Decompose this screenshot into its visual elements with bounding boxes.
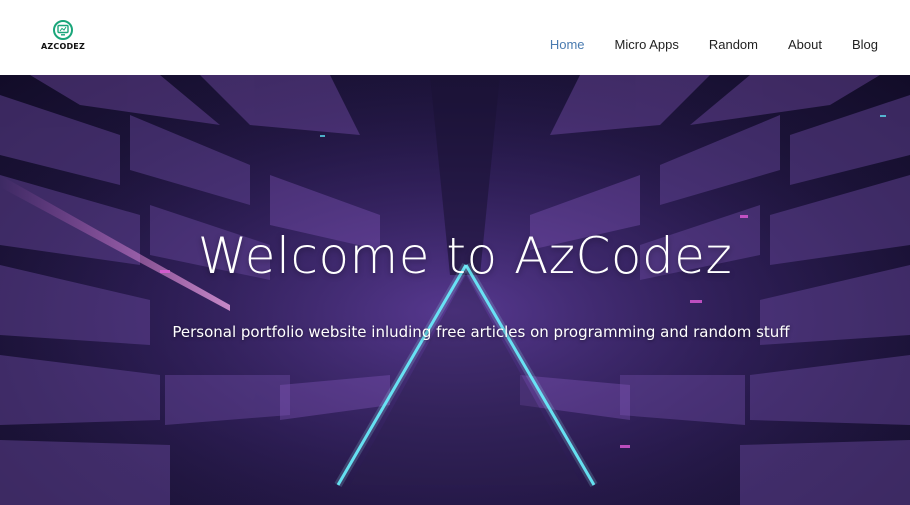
nav-item-micro-apps[interactable]: Micro Apps <box>615 37 679 53</box>
nav-item-random[interactable]: Random <box>709 37 758 53</box>
hero-background-image <box>0 75 910 505</box>
nav-item-about[interactable]: About <box>788 37 822 53</box>
logo-link[interactable]: AZCODEZ <box>36 16 92 56</box>
nav-item-home[interactable]: Home <box>550 37 585 53</box>
main-nav: Home Micro Apps Random About Blog <box>520 37 878 53</box>
monitor-logo-icon <box>53 20 73 40</box>
hero-banner: Welcome to AzCodez Personal portfolio we… <box>0 75 910 505</box>
nav-item-blog[interactable]: Blog <box>852 37 878 53</box>
logo-text: AZCODEZ <box>41 42 85 51</box>
hero-subtitle: Personal portfolio website inluding free… <box>172 323 790 341</box>
site-header: AZCODEZ Home Micro Apps Random About Blo… <box>0 0 910 75</box>
hero-title: Welcome to AzCodez <box>197 227 733 285</box>
